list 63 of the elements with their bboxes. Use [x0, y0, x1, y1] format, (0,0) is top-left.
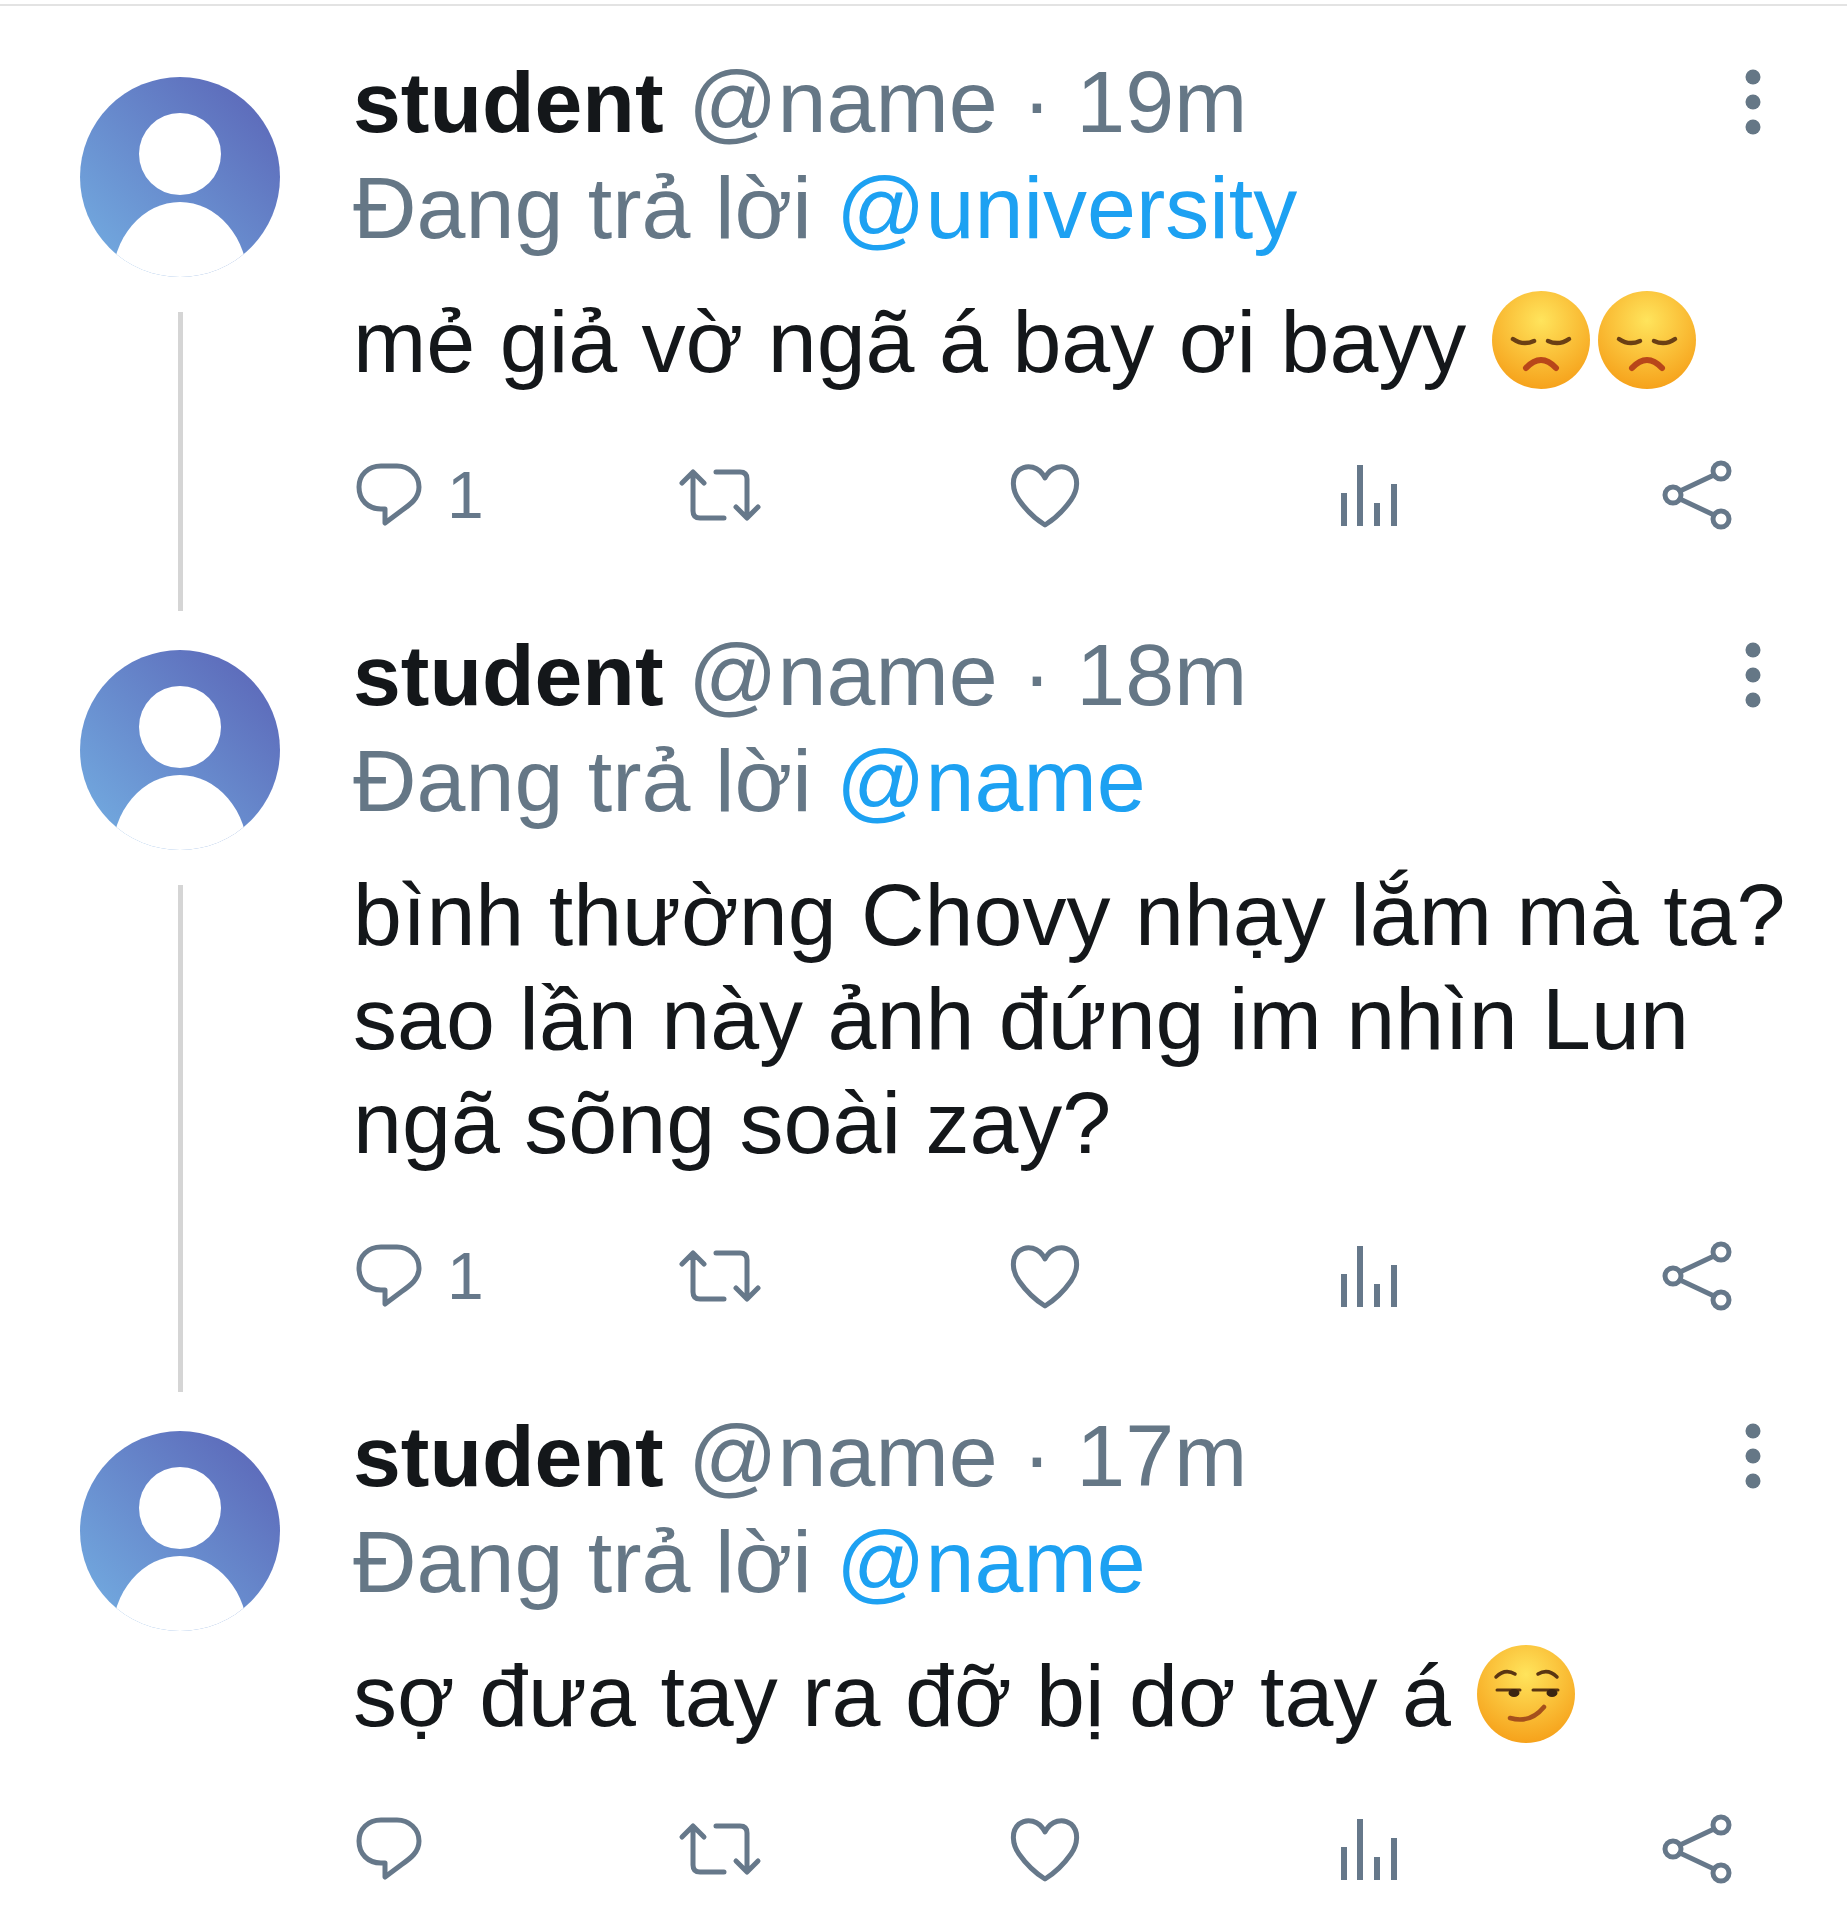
retweet-button[interactable] [678, 1821, 762, 1877]
separator-dot: · [1022, 51, 1052, 153]
more-icon [1745, 69, 1761, 135]
tweet-text: mẻ giả vờ ngã á bay ơi bayy [353, 292, 1467, 391]
retweet-icon [678, 1821, 762, 1877]
share-button[interactable] [1662, 1241, 1732, 1311]
separator-dot: · [1022, 624, 1052, 726]
retweet-icon [678, 1248, 762, 1304]
mention-link[interactable]: @name [836, 1512, 1146, 1611]
retweet-button[interactable] [678, 467, 762, 523]
avatar-icon[interactable] [80, 650, 280, 850]
heart-icon [1009, 462, 1081, 528]
share-button[interactable] [1662, 1814, 1732, 1884]
more-icon [1745, 1423, 1761, 1489]
more-button[interactable] [1745, 1423, 1761, 1489]
author-name: student [353, 626, 664, 725]
timestamp: 19m [1076, 51, 1248, 153]
avatar-icon[interactable] [80, 1431, 280, 1631]
smirking-face-emoji-icon [1475, 1644, 1576, 1744]
tweet-text: bình thường Chovy nhạy lắm mà ta? sao lần này ảnh đứng im nhìn Lun ngã sõng soài zay? [353, 865, 1786, 1172]
more-button[interactable] [1745, 642, 1761, 708]
bar-chart-icon [1341, 1245, 1398, 1307]
separator-dot: · [1022, 1405, 1052, 1507]
disappointed-face-emoji-icon [1491, 290, 1592, 390]
share-icon [1662, 1241, 1732, 1311]
reply-button[interactable]: 1 [355, 1241, 484, 1311]
heart-icon [1009, 1243, 1081, 1309]
comment-icon [355, 1816, 423, 1882]
views-button[interactable] [1341, 1818, 1398, 1880]
more-button[interactable] [1745, 69, 1761, 135]
views-button[interactable] [1341, 1245, 1398, 1307]
like-button[interactable] [1009, 462, 1081, 528]
retweet-button[interactable] [678, 1248, 762, 1304]
bar-chart-icon [1341, 1818, 1398, 1880]
author-name: student [353, 1407, 664, 1506]
mention-link[interactable]: @name [836, 731, 1146, 830]
like-button[interactable] [1009, 1243, 1081, 1309]
share-icon [1662, 1814, 1732, 1884]
comment-icon [355, 462, 423, 528]
timestamp: 18m [1076, 624, 1248, 726]
disappointed-face-emoji-icon [1597, 290, 1698, 390]
retweet-icon [678, 467, 762, 523]
reply-button[interactable]: 1 [355, 460, 484, 530]
reply-context: Đang trả lời @name [353, 730, 1147, 832]
user-handle: @name [688, 51, 998, 153]
tweet-text: sợ đưa tay ra đỡ bị dơ tay á [353, 1646, 1451, 1745]
heart-icon [1009, 1816, 1081, 1882]
bar-chart-icon [1341, 464, 1398, 526]
share-icon [1662, 460, 1732, 530]
reply-context: Đang trả lời @name [353, 1511, 1147, 1613]
timestamp: 17m [1076, 1405, 1248, 1507]
share-button[interactable] [1662, 460, 1732, 530]
more-icon [1745, 642, 1761, 708]
user-handle: @name [688, 1405, 998, 1507]
like-button[interactable] [1009, 1816, 1081, 1882]
author-name: student [353, 53, 664, 152]
reply-button[interactable] [355, 1816, 423, 1882]
user-handle: @name [688, 624, 998, 726]
views-button[interactable] [1341, 464, 1398, 526]
comment-icon [355, 1243, 423, 1309]
mention-link[interactable]: @university [836, 158, 1298, 257]
avatar-icon[interactable] [80, 77, 280, 277]
reply-context: Đang trả lời @university [353, 157, 1299, 259]
